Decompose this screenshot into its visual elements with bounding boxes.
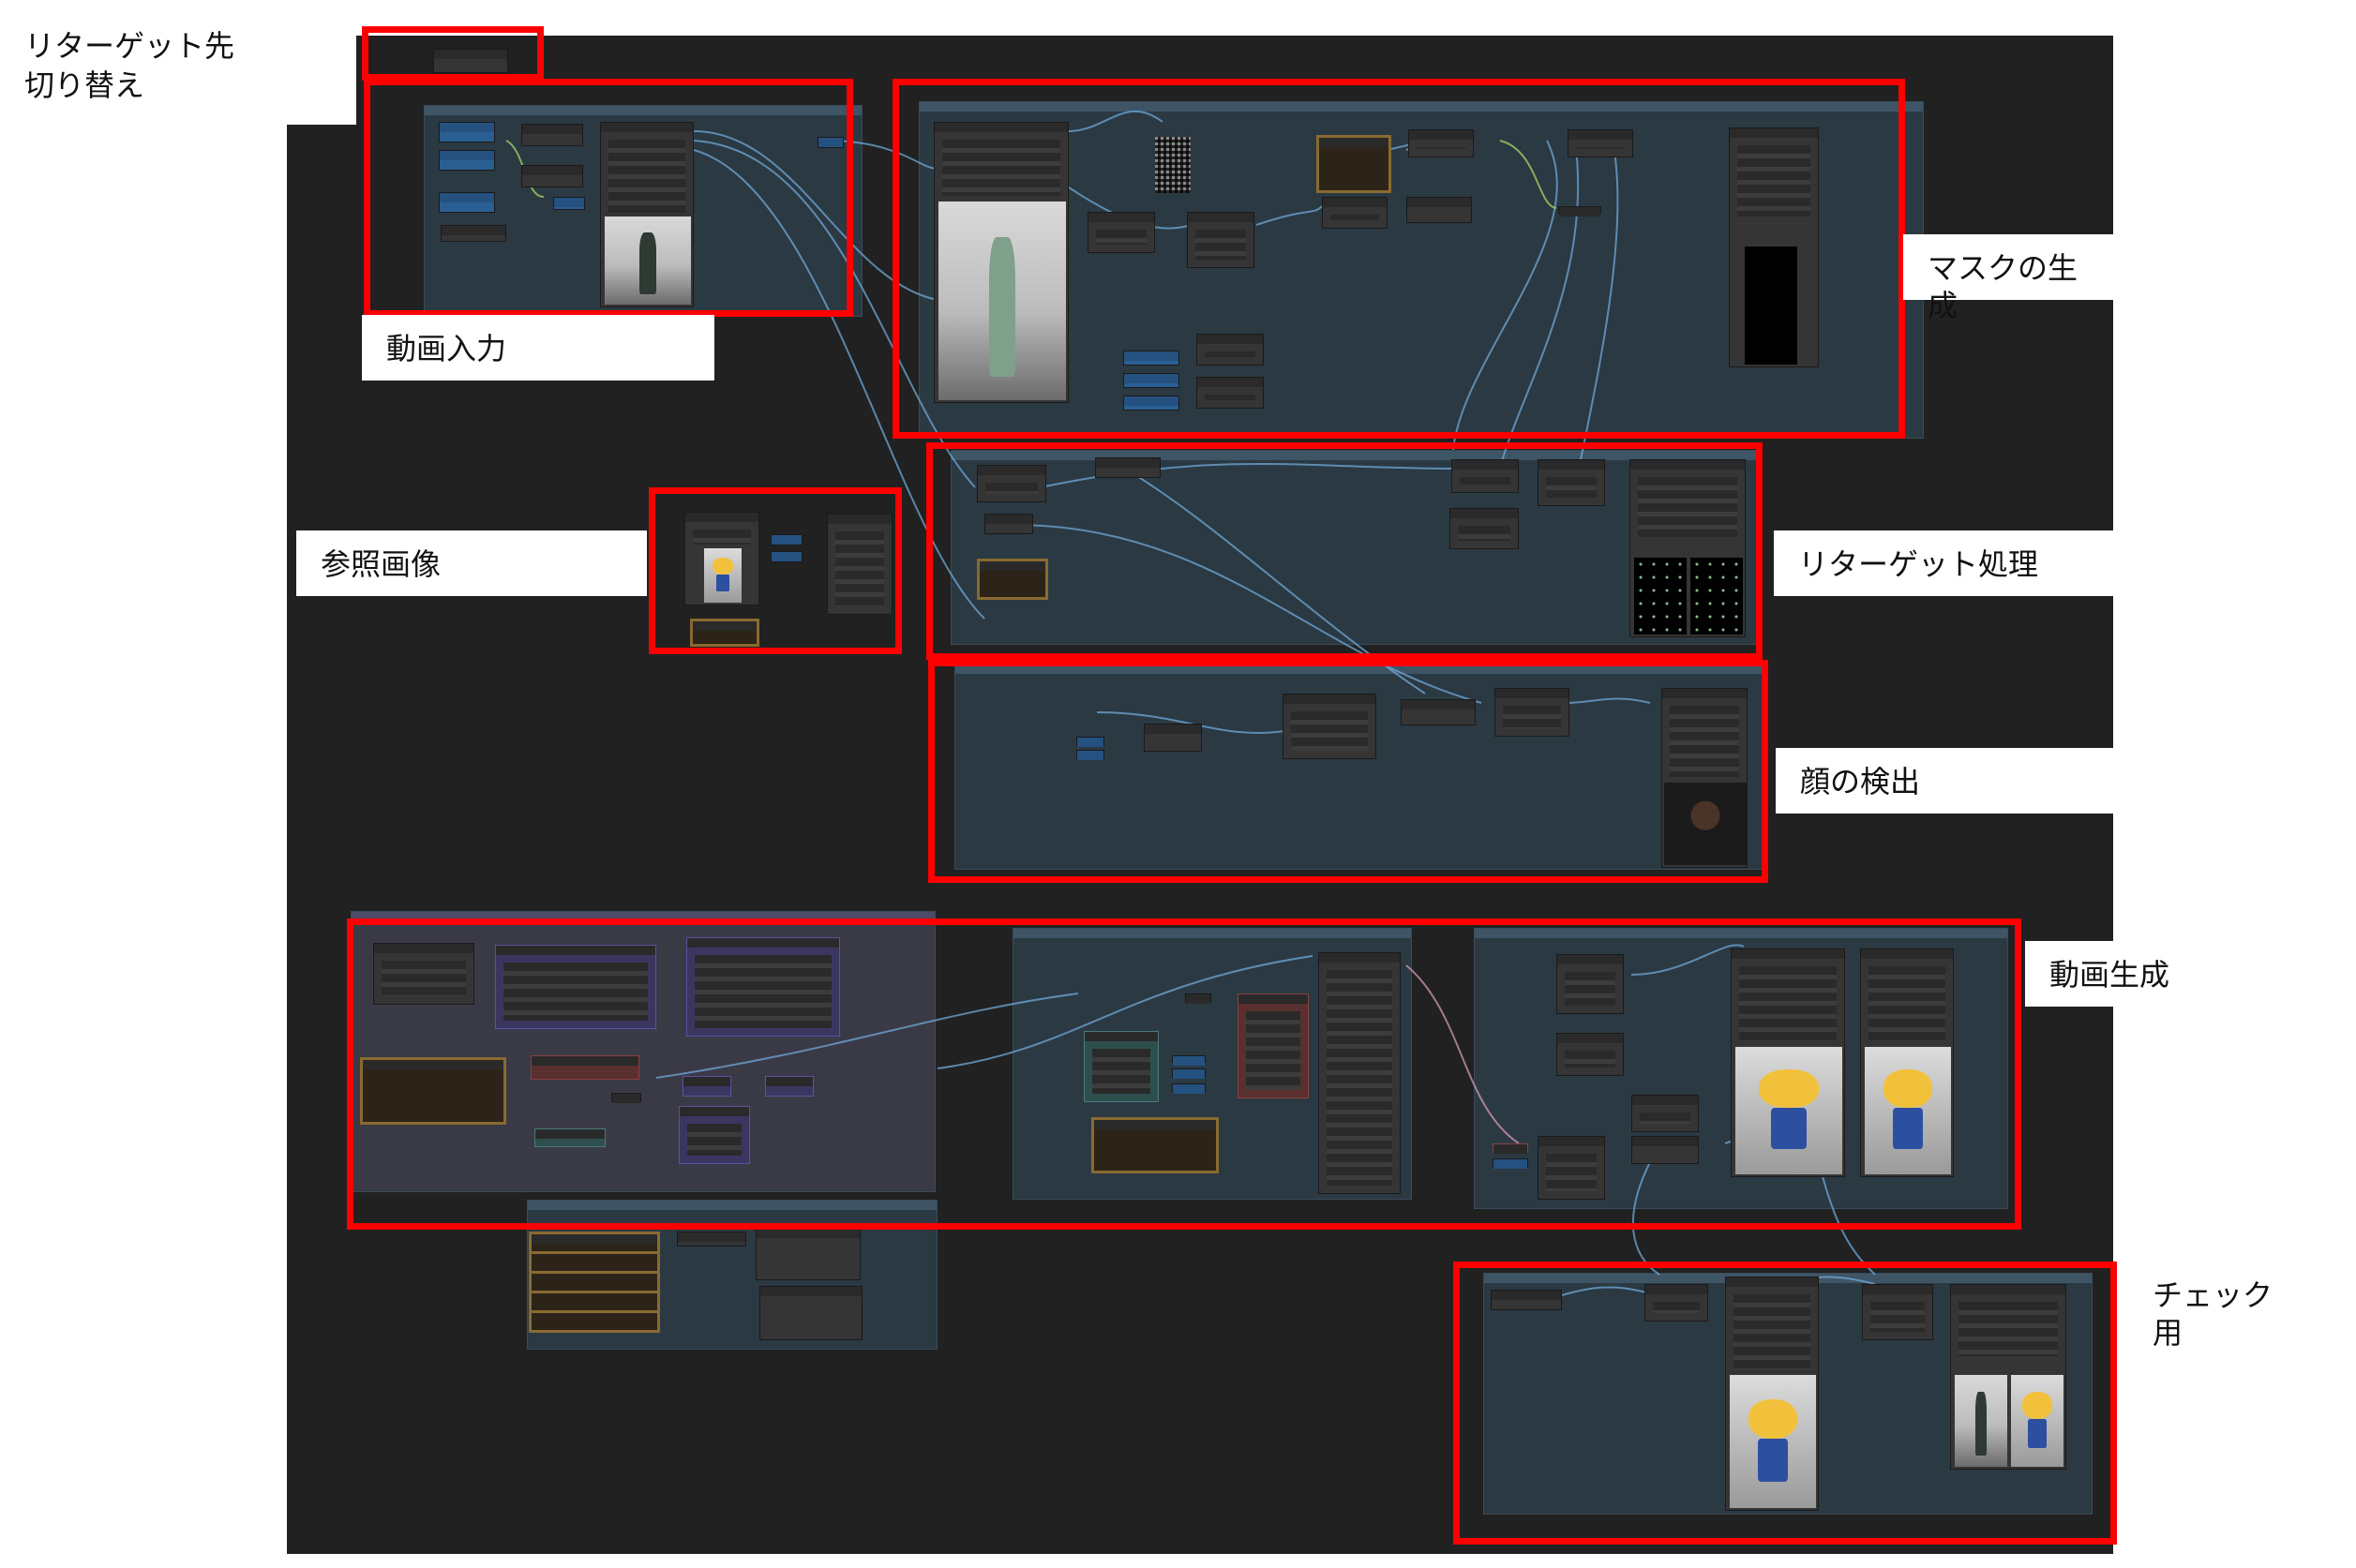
text-encode-node[interactable]	[677, 1232, 746, 1247]
highlight-retarget-processing	[926, 442, 1763, 660]
annotation-mask-generation: マスクの生成	[1903, 234, 2113, 323]
prompt-note-node[interactable]	[529, 1232, 660, 1333]
text-encode-node[interactable]	[759, 1286, 863, 1340]
annotation-retarget-processing: リターゲット処理	[1774, 530, 2113, 596]
highlight-video-input	[364, 79, 853, 317]
text-encode-node[interactable]	[756, 1228, 861, 1280]
annotation-reference-image: 参照画像	[296, 530, 647, 596]
annotation-check: チェック用	[2128, 1262, 2316, 1351]
annotation-video-generation: 動画生成	[2025, 941, 2213, 1007]
highlight-retarget-switch	[362, 26, 544, 81]
highlight-video-generation	[347, 918, 2021, 1230]
highlight-face-detection	[928, 660, 1768, 883]
annotation-retarget-switch: リターゲット先 切り替え	[0, 19, 287, 135]
highlight-reference-image	[649, 487, 902, 654]
highlight-check	[1453, 1262, 2117, 1545]
annotation-face-detection: 顔の検出	[1776, 748, 2113, 814]
annotation-video-input: 動画入力	[362, 315, 714, 381]
highlight-mask-generation	[893, 79, 1905, 439]
